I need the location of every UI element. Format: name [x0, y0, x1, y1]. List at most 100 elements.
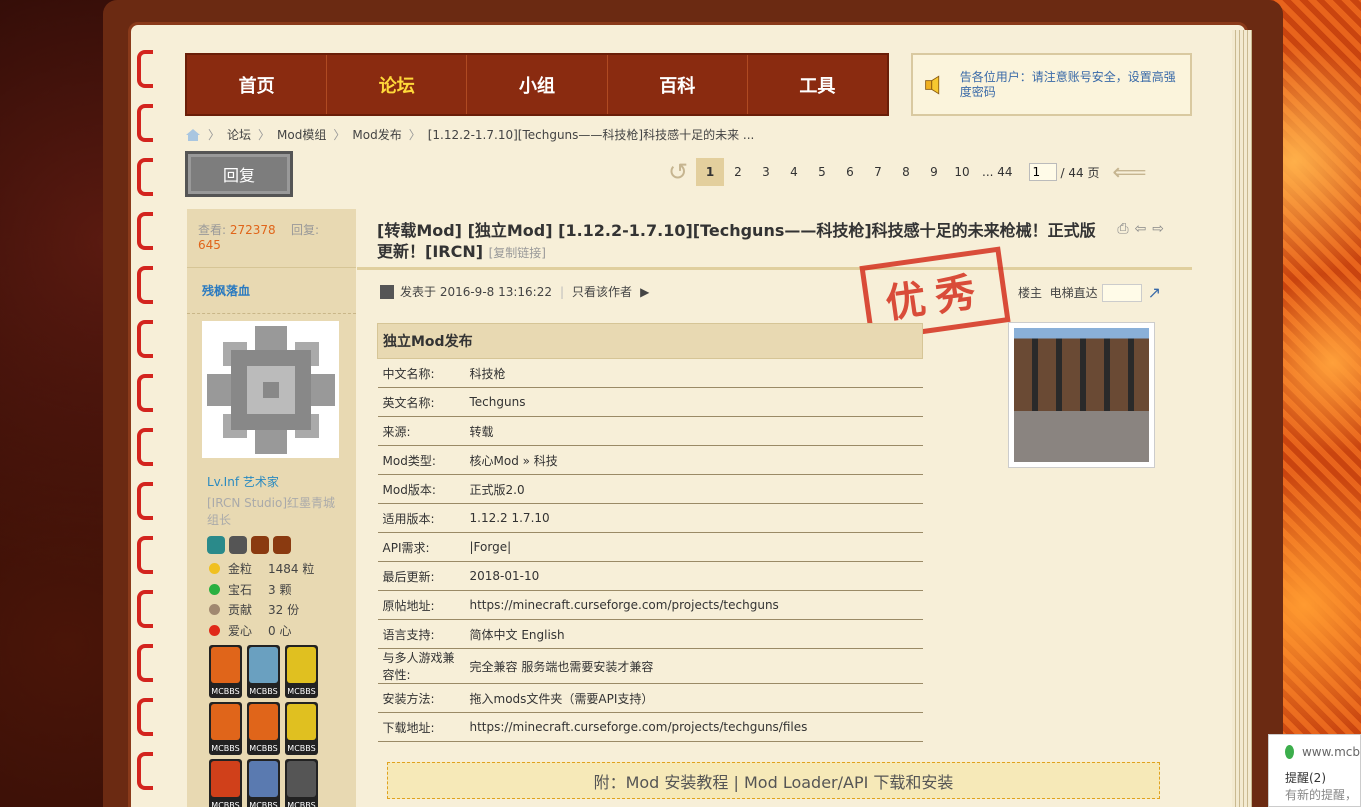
nav-item[interactable]: 工具	[748, 55, 887, 114]
page-link[interactable]: 3	[752, 158, 780, 186]
nav-item[interactable]: 论坛	[327, 55, 468, 114]
stat-icon	[209, 604, 220, 615]
stat-key: 金粒	[228, 562, 253, 576]
page-link[interactable]: 8	[892, 158, 920, 186]
medal-badge[interactable]: MCBBS	[247, 759, 280, 807]
avatar[interactable]	[202, 321, 339, 458]
gear-icon	[206, 325, 335, 454]
page-input[interactable]	[1028, 163, 1057, 181]
user-group: [IRCN Studio]红墨青城组长	[207, 496, 336, 527]
spiral-ring	[137, 428, 153, 466]
row-value[interactable]: https://minecraft.curseforge.com/project…	[464, 712, 923, 742]
toast-title: 提醒(2)	[1285, 771, 1326, 785]
breadcrumb-item[interactable]: Mod模组	[277, 126, 326, 143]
medal-badge[interactable]: MCBBS	[247, 645, 280, 698]
prev-thread-icon[interactable]: ⇦	[1135, 221, 1153, 237]
go-icon[interactable]: ↗	[1148, 283, 1161, 302]
table-row: 适用版本: 1.12.2 1.7.10	[377, 503, 923, 533]
user-badges	[207, 536, 291, 554]
spiral-ring	[137, 644, 153, 682]
medal-badge[interactable]: MCBBS	[285, 645, 318, 698]
breadcrumb-item[interactable]: 论坛	[227, 126, 251, 143]
row-value: 拖入mods文件夹（需要API支持）	[464, 683, 923, 713]
medal-badge[interactable]: MCBBS	[209, 645, 242, 698]
spiral-ring	[137, 320, 153, 358]
nav-item[interactable]: 百科	[608, 55, 748, 114]
row-value: 转载	[464, 416, 923, 446]
breadcrumb-separator: 〉	[258, 128, 271, 142]
attachment-bar[interactable]: 附：Mod 安装教程 | Mod Loader/API 下载和安装	[387, 762, 1160, 799]
meta-separator: |	[560, 284, 565, 299]
page-link[interactable]: 1	[696, 158, 724, 186]
jump-label: 电梯直达	[1049, 286, 1098, 300]
row-key: Mod版本:	[377, 474, 465, 504]
page-link[interactable]: 2	[724, 158, 752, 186]
page-total: / 44 页	[1060, 165, 1100, 180]
breadcrumb-separator: 〉	[408, 128, 421, 142]
page-link[interactable]: 7	[864, 158, 892, 186]
medal-badge[interactable]: MCBBS	[209, 759, 242, 807]
caret-right-icon: ▶	[640, 284, 650, 299]
helmet-icon	[207, 536, 225, 554]
row-key: 中文名称:	[377, 358, 465, 388]
user-level[interactable]: Lv.Inf 艺术家	[207, 473, 279, 490]
page-link[interactable]: 10	[948, 158, 976, 186]
medal-badge[interactable]: MCBBS	[285, 759, 318, 807]
mod-screenshot[interactable]	[1008, 322, 1155, 468]
table-row: 与多人游戏兼容性: 完全兼容 服务端也需要安装才兼容	[377, 648, 923, 684]
notification-toast[interactable]: www.mcb 提醒(2) 有新的提醒，	[1268, 734, 1361, 807]
prev-page-icon[interactable]: ↺	[660, 156, 696, 188]
home-icon[interactable]	[185, 128, 201, 142]
page-link[interactable]: ... 44	[976, 158, 1019, 186]
print-icon[interactable]: ⎙	[1117, 221, 1134, 237]
author-only-link[interactable]: 只看该作者	[572, 283, 632, 300]
row-key: 安装方法:	[377, 683, 465, 713]
copy-link[interactable]: [复制链接]	[489, 246, 546, 260]
row-key: 原帖地址:	[377, 590, 465, 620]
author-name[interactable]: 残枫落血	[187, 268, 356, 314]
row-key: 适用版本:	[377, 503, 465, 533]
stat-key: 爱心	[228, 623, 253, 638]
table-row: 语言支持: 简体中文 English	[377, 619, 923, 649]
medal-badge[interactable]: MCBBS	[285, 702, 318, 755]
breadcrumb-separator: 〉	[208, 128, 221, 142]
row-key: 最后更新:	[377, 561, 465, 591]
post-title-row: [转载Mod] [独立Mod] [1.12.2-1.7.10][Techguns…	[357, 209, 1192, 270]
table-row: 最后更新: 2018-01-10	[377, 561, 923, 591]
next-thread-icon[interactable]: ⇨	[1152, 221, 1170, 237]
page-link[interactable]: 4	[780, 158, 808, 186]
views-count: 272378	[229, 223, 276, 237]
notice-text[interactable]: 告各位用户：请注意账号安全，设置高强度密码	[960, 70, 1180, 100]
floor-nav: 楼主 电梯直达 ↗	[1018, 283, 1161, 302]
views-label: 查看:	[198, 223, 227, 237]
medal-badge[interactable]: MCBBS	[247, 702, 280, 755]
stat-icon	[209, 563, 220, 574]
user-stat: 宝石 3 颗	[209, 581, 291, 598]
author-sidebar: 查看: 272378 回复: 645 残枫落血 Lv.Inf 艺术家 [IRCN…	[187, 209, 356, 807]
row-value: 科技枪	[464, 358, 923, 388]
nav-item[interactable]: 首页	[187, 55, 328, 114]
row-value[interactable]: https://minecraft.curseforge.com/project…	[464, 590, 923, 620]
spiral-binding	[137, 50, 155, 807]
page-link[interactable]: 6	[836, 158, 864, 186]
medal-badge[interactable]: MCBBS	[209, 702, 242, 755]
floor-input[interactable]	[1101, 283, 1142, 302]
page-link[interactable]: 5	[808, 158, 836, 186]
user-stat: 爱心 0 心	[209, 622, 291, 639]
page-link[interactable]: 9	[920, 158, 948, 186]
table-row: 安装方法: 拖入mods文件夹（需要API支持）	[377, 683, 923, 713]
next-page-icon[interactable]: ⟸	[1099, 156, 1159, 188]
breadcrumb-item[interactable]: Mod发布	[352, 126, 401, 143]
breadcrumb-item[interactable]: [1.12.2-1.7.10][Techguns——科技枪]科技感十足的未来 .…	[428, 126, 755, 143]
table-row: API需求: |Forge|	[377, 532, 923, 562]
helmet-icon	[251, 536, 269, 554]
spiral-ring	[137, 590, 153, 628]
spiral-ring	[137, 266, 153, 304]
browser-icon	[1285, 745, 1294, 759]
author-mini-icon	[380, 284, 394, 299]
stat-key: 贡献	[228, 603, 253, 617]
reply-button[interactable]: 回复	[185, 151, 293, 197]
nav-item[interactable]: 小组	[467, 55, 608, 114]
spiral-ring	[137, 536, 153, 574]
spiral-ring	[137, 374, 153, 412]
